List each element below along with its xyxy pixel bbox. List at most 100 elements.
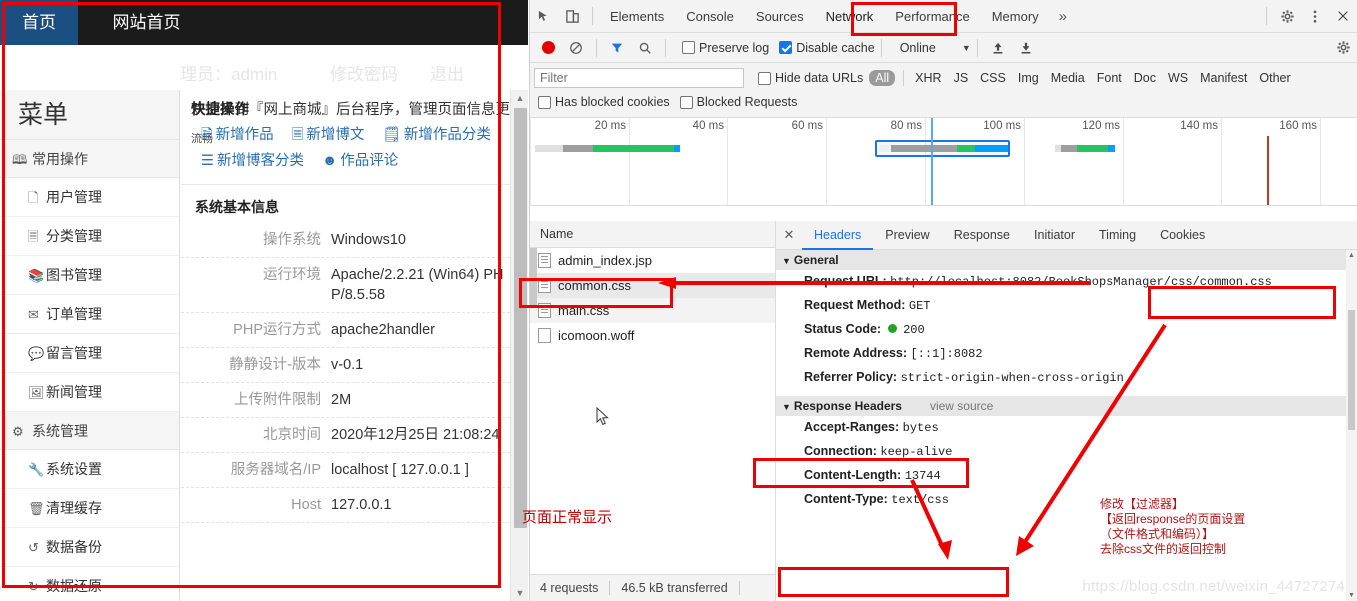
scroll-up-icon[interactable]: ▲ [511,90,528,106]
page-scrollbar-thumb[interactable] [514,108,527,528]
overview-tick: 160 ms [1279,118,1321,205]
transferred-size: 46.5 kB transferred [621,580,728,595]
footer-divider [609,581,611,595]
overview-tick: 80 ms [891,118,926,205]
toolbar-right-group [1260,2,1357,30]
header-key: Referrer Policy: [804,370,898,384]
request-column-name[interactable]: Name [530,221,775,248]
network-settings-gear-icon[interactable] [1329,34,1357,62]
response-headers-title: Response Headers [793,399,902,413]
devtools-tab-elements[interactable]: Elements [599,0,675,33]
footer-divider [738,581,740,595]
request-name: icomoon.woff [558,328,635,343]
request-row-admin-index[interactable]: admin_index.jsp [530,248,775,273]
annotation-box-browser-page [2,2,501,588]
scroll-up-icon[interactable]: ▲ [1346,250,1357,261]
has-blocked-cookies-checkbox[interactable] [538,95,551,109]
overview-request-bar [1055,145,1115,152]
overview-tick: 120 ms [1082,118,1124,205]
type-filter-doc[interactable]: Doc [1128,71,1162,85]
type-filter-manifest[interactable]: Manifest [1194,71,1253,85]
detail-tab-timing[interactable]: Timing [1087,221,1148,250]
header-key: Connection: [804,444,877,458]
clear-icon[interactable] [562,34,590,62]
overview-request-bar [535,145,680,152]
network-overview-timeline[interactable]: 20 ms 40 ms 60 ms 80 ms 100 ms 120 ms 14… [530,118,1357,206]
header-key: Accept-Ranges: [804,420,900,434]
overview-selected-range[interactable] [875,140,1010,157]
response-headers-section-header[interactable]: ▼ Response Headers view source [776,396,1357,416]
view-source-link[interactable]: view source [930,399,993,413]
more-tabs-icon[interactable]: » [1050,0,1076,33]
blocked-requests-checkbox[interactable] [679,95,693,109]
status-ok-icon [887,324,897,333]
type-filter-img[interactable]: Img [1012,71,1045,85]
devtools-tab-console[interactable]: Console [675,0,745,33]
preserve-log-checkbox[interactable] [682,41,695,54]
export-har-icon[interactable] [1012,34,1040,62]
scroll-down-icon[interactable]: ▼ [511,585,528,601]
detail-scrollbar[interactable]: ▲ ▼ [1346,250,1357,601]
detail-scrollbar-thumb[interactable] [1348,310,1355,430]
overview-dcl-marker [931,118,933,205]
gear-icon[interactable] [1273,2,1301,30]
overview-tick: 140 ms [1180,118,1222,205]
overview-tick: 20 ms [595,118,630,205]
kebab-menu-icon[interactable] [1301,2,1329,30]
header-row-referrer-policy: Referrer Policy: strict-origin-when-cros… [776,366,1357,390]
overview-load-marker [1267,136,1269,205]
header-value: keep-alive [880,445,953,459]
resource-type-filters: All XHR JS CSS Img Media Font Doc WS Man… [869,70,1296,86]
record-button[interactable] [534,34,562,62]
type-filter-media[interactable]: Media [1045,71,1091,85]
disable-cache-checkbox[interactable] [779,41,793,54]
detail-tab-cookies[interactable]: Cookies [1148,221,1217,250]
request-row-icomoon-woff[interactable]: icomoon.woff [530,323,775,348]
inspect-element-icon[interactable] [530,2,558,30]
detail-tab-initiator[interactable]: Initiator [1022,221,1087,250]
type-filter-xhr[interactable]: XHR [909,71,947,85]
detail-tab-preview[interactable]: Preview [873,221,941,250]
network-filter-bar: Hide data URLs All XHR JS CSS Img Media … [530,63,1357,118]
general-section-header[interactable]: ▼ General [776,250,1357,270]
close-icon[interactable] [1329,2,1357,30]
controls-divider [665,38,666,57]
type-filter-ws[interactable]: WS [1162,71,1194,85]
throttling-select[interactable]: Online [900,41,936,55]
header-key: Status Code: [804,322,882,336]
blocked-requests-label: Blocked Requests [696,95,798,109]
overview-tick: 100 ms [983,118,1025,205]
header-row-status-code: Status Code: 200 [776,318,1357,342]
type-filter-font[interactable]: Font [1091,71,1128,85]
doc-file-icon [538,253,551,268]
devtools-tab-sources[interactable]: Sources [745,0,815,33]
watermark-text: https://blog.csdn.net/weixin_44727274 [1082,578,1345,595]
device-toolbar-icon[interactable] [558,2,586,30]
annotation-box-network-tab [851,2,957,36]
type-filter-other[interactable]: Other [1253,71,1296,85]
close-icon[interactable]: ✕ [776,227,802,243]
has-blocked-cookies-label: Has blocked cookies [555,95,670,109]
header-row-remote-address: Remote Address: [::1]:8082 [776,342,1357,366]
header-value: [::1]:8082 [910,347,983,361]
header-key: Request Method: [804,298,906,312]
chevron-down-icon[interactable]: ▼ [962,43,971,53]
font-file-icon [538,328,551,343]
type-filter-js[interactable]: JS [948,71,975,85]
header-value: GET [908,299,931,313]
search-icon[interactable] [631,34,659,62]
detail-tab-headers[interactable]: Headers [802,221,874,250]
hide-data-urls-checkbox[interactable] [758,71,771,85]
header-row-accept-ranges: Accept-Ranges: bytes [776,416,1357,440]
type-filter-css[interactable]: CSS [974,71,1012,85]
import-har-icon[interactable] [984,34,1012,62]
filter-funnel-icon[interactable] [603,34,631,62]
chevron-down-icon: ▼ [782,256,791,266]
disable-cache-label: Disable cache [796,40,875,55]
filter-input[interactable] [534,68,744,88]
controls-divider [596,38,597,57]
devtools-tab-memory[interactable]: Memory [981,0,1050,33]
scroll-down-icon[interactable]: ▼ [1346,590,1357,601]
type-filter-all[interactable]: All [869,70,896,86]
detail-tab-response[interactable]: Response [942,221,1022,250]
